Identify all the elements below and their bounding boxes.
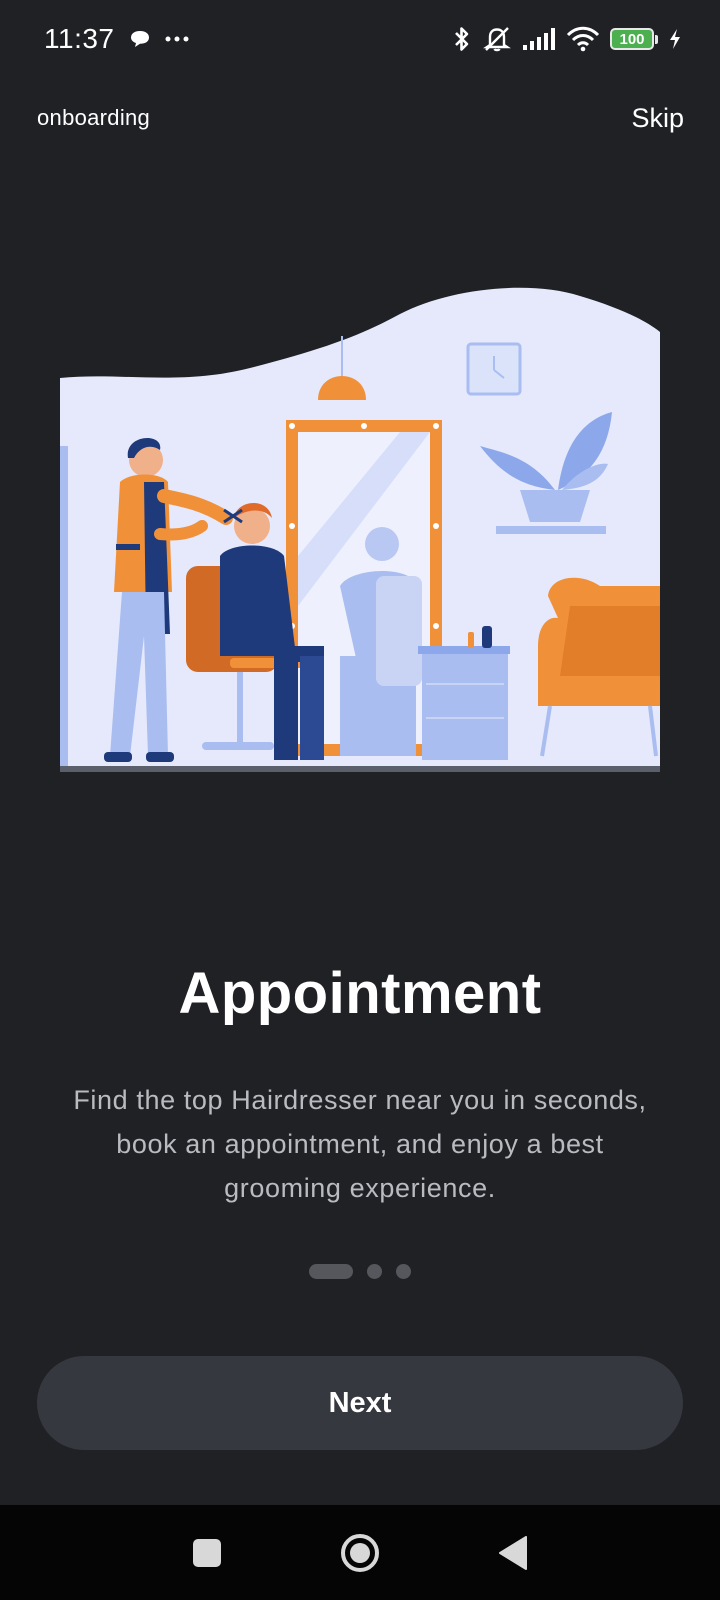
silent-mode-icon <box>482 25 512 53</box>
back-triangle-icon[interactable] <box>498 1535 528 1570</box>
barbershop-illustration <box>60 286 660 772</box>
status-time: 11:37 <box>44 23 115 54</box>
system-nav-bar <box>0 1505 720 1600</box>
page-title: onboarding <box>37 105 151 130</box>
charging-icon <box>668 28 682 50</box>
status-left: 11:37 <box>44 23 189 55</box>
chat-bubble-icon <box>129 29 151 49</box>
top-app-bar: onboarding Skip <box>0 96 720 140</box>
more-dots-icon <box>165 35 189 43</box>
page-dot-3 <box>396 1264 411 1279</box>
page-dot-2 <box>367 1264 382 1279</box>
battery-icon: 100 <box>610 28 658 50</box>
wifi-icon <box>566 26 600 52</box>
signal-icon <box>522 27 556 51</box>
bluetooth-icon <box>452 25 472 53</box>
recents-square-icon[interactable] <box>192 1538 222 1568</box>
page-indicator <box>0 1264 720 1279</box>
page-dot-1 <box>309 1264 353 1279</box>
next-button[interactable]: Next <box>37 1356 683 1450</box>
skip-button[interactable]: Skip <box>631 103 684 134</box>
home-circle-icon[interactable] <box>340 1533 380 1573</box>
status-right: 100 <box>452 25 682 53</box>
status-bar: 11:37 100 <box>0 0 720 78</box>
onboarding-description: Find the top Hairdresser near you in sec… <box>73 1085 647 1203</box>
battery-level: 100 <box>610 28 654 50</box>
onboarding-title: Appointment <box>178 961 542 1026</box>
